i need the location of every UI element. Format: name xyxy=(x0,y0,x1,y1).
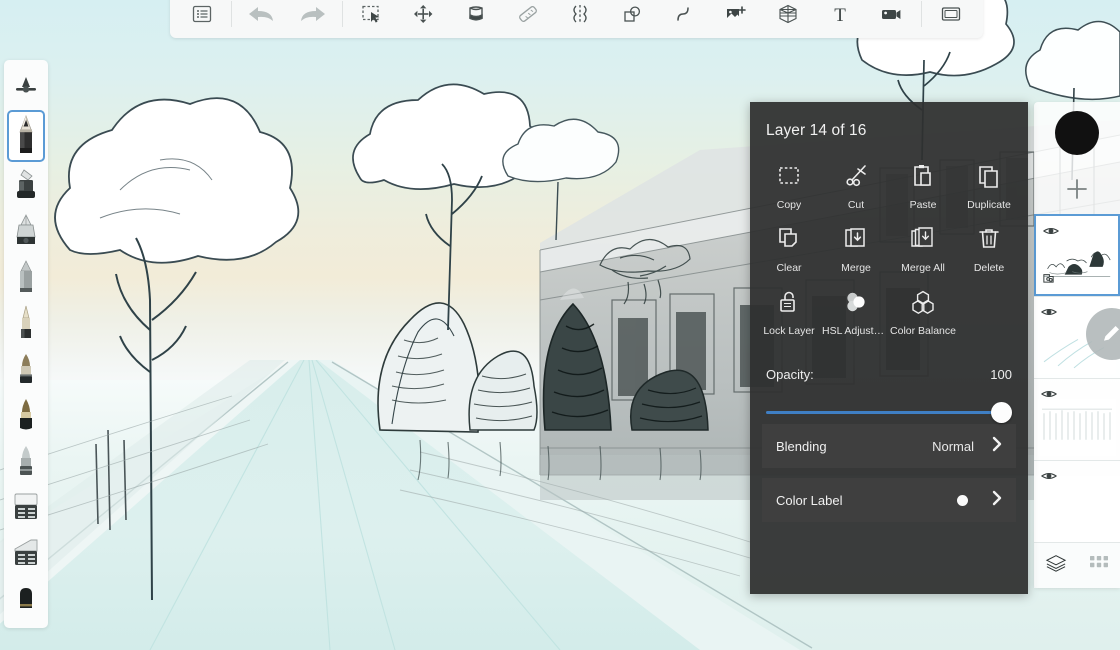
brush-rail xyxy=(4,60,48,628)
scissors-icon xyxy=(843,160,869,192)
layer-menu-title: Layer 14 of 16 xyxy=(766,122,867,139)
brush-ink-pen-icon[interactable] xyxy=(6,162,46,208)
trash-icon xyxy=(976,223,1002,255)
brush-flat-brush-icon[interactable] xyxy=(6,300,46,346)
fullscreen-icon[interactable] xyxy=(925,0,977,34)
app-root: T Layer 14 of 16 Copy Cut Paste Duplicat… xyxy=(0,0,1120,650)
blending-value: Normal xyxy=(932,438,974,454)
color-label-row[interactable]: Color Label xyxy=(762,478,1016,522)
svg-text:T: T xyxy=(834,5,846,25)
opacity-value: 100 xyxy=(990,367,1012,382)
brush-smudge-icon[interactable] xyxy=(6,576,46,622)
brush-chisel-marker-icon[interactable] xyxy=(6,254,46,300)
toolbar-divider-3 xyxy=(921,1,922,27)
color-balance-action[interactable]: Color Balance xyxy=(890,280,956,339)
paste-label: Paste xyxy=(909,199,937,211)
text-icon[interactable]: T xyxy=(814,0,866,34)
lock-layer-action[interactable]: Lock Layer xyxy=(756,280,822,339)
clear-label: Clear xyxy=(776,262,802,274)
chevron-right-icon xyxy=(990,434,1004,459)
active-color-swatch[interactable] xyxy=(1055,111,1099,155)
clipboard-icon xyxy=(910,160,936,192)
grid-view-icon[interactable] xyxy=(1088,553,1110,578)
hsl-adjustment-action[interactable]: HSL Adjustme... xyxy=(822,280,890,339)
opacity-slider[interactable] xyxy=(766,402,1012,424)
color-swatch-container xyxy=(1034,102,1120,164)
add-image-icon[interactable] xyxy=(710,0,762,34)
chevron-right-icon xyxy=(990,488,1004,513)
layer-thumb-image xyxy=(1038,399,1116,456)
clear-action[interactable]: Clear xyxy=(756,217,822,276)
layer-thumb-image xyxy=(1038,481,1116,538)
copy-icon xyxy=(776,160,802,192)
duplicate-label: Duplicate xyxy=(967,199,1011,211)
french-curve-icon[interactable] xyxy=(658,0,710,34)
color-balance-label: Color Balance xyxy=(890,325,956,337)
opacity-label: Opacity: xyxy=(766,367,814,382)
merge-action[interactable]: Merge xyxy=(822,217,890,276)
merge-all-action[interactable]: Merge All xyxy=(890,217,956,276)
clear-icon xyxy=(776,223,802,255)
toolbar-divider-1 xyxy=(231,1,232,27)
duplicate-icon xyxy=(976,160,1002,192)
color-label-swatch[interactable] xyxy=(957,494,968,506)
cut-label: Cut xyxy=(847,199,865,211)
blending-row[interactable]: Blending Normal xyxy=(762,424,1016,468)
brush-eraser-soft-icon[interactable] xyxy=(6,530,46,576)
copy-action[interactable]: Copy xyxy=(756,154,822,213)
top-toolbar: T xyxy=(170,0,983,38)
layer-thumbnail-1[interactable] xyxy=(1034,214,1120,296)
merge-label: Merge xyxy=(841,262,871,274)
ruler-icon[interactable] xyxy=(502,0,554,34)
layers-panel-footer xyxy=(1034,542,1120,588)
color-label-label: Color Label xyxy=(776,492,843,508)
brush-pencil-icon[interactable] xyxy=(7,110,45,162)
cut-action[interactable]: Cut xyxy=(822,154,890,213)
brush-marker-tip-icon[interactable] xyxy=(6,64,46,110)
unlock-padlock-icon xyxy=(776,286,802,318)
brush-fountain-pen-icon[interactable] xyxy=(6,208,46,254)
duplicate-action[interactable]: Duplicate xyxy=(956,154,1022,213)
layers-stack-icon[interactable] xyxy=(1044,553,1068,578)
brush-paint-brush-icon[interactable] xyxy=(6,392,46,438)
hsl-adjustment-label: HSL Adjustme... xyxy=(822,325,890,337)
undo-icon[interactable] xyxy=(235,0,287,34)
layer-action-grid: Copy Cut Paste Duplicate Clear Merge Mer… xyxy=(750,146,1028,345)
delete-action[interactable]: Delete xyxy=(956,217,1022,276)
add-layer-button[interactable] xyxy=(1034,164,1120,214)
brush-eraser-hard-icon[interactable] xyxy=(6,484,46,530)
select-icon[interactable] xyxy=(346,0,398,34)
layers-list-icon[interactable] xyxy=(176,0,228,34)
hsl-circles-icon xyxy=(843,286,869,318)
layer-thumbnail-4[interactable] xyxy=(1034,460,1120,542)
brush-soft-pastel-icon[interactable] xyxy=(6,346,46,392)
perspective-grid-icon[interactable] xyxy=(762,0,814,34)
transform-icon[interactable] xyxy=(398,0,450,34)
delete-label: Delete xyxy=(973,262,1005,274)
blending-label: Blending xyxy=(776,438,827,454)
shapes-icon[interactable] xyxy=(606,0,658,34)
brush-airbrush-icon[interactable] xyxy=(6,438,46,484)
copy-label: Copy xyxy=(776,199,802,211)
redo-icon[interactable] xyxy=(287,0,339,34)
layer-context-menu: Layer 14 of 16 Copy Cut Paste Duplicate … xyxy=(750,102,1028,594)
lock-layer-label: Lock Layer xyxy=(763,325,815,337)
merge-icon xyxy=(843,223,869,255)
merge-all-label: Merge All xyxy=(901,262,945,274)
toolbar-divider-2 xyxy=(342,1,343,27)
paste-action[interactable]: Paste xyxy=(890,154,956,213)
opacity-slider-track[interactable] xyxy=(766,411,1008,414)
layer-thumbnail-3[interactable] xyxy=(1034,378,1120,460)
action-grid-empty-cell xyxy=(956,280,1022,339)
fill-bucket-icon[interactable] xyxy=(450,0,502,34)
opacity-control: Opacity: 100 xyxy=(750,345,1028,424)
layer-clip-mask-icon[interactable] xyxy=(1042,270,1055,289)
color-balance-cube-icon xyxy=(910,286,936,318)
video-record-icon[interactable] xyxy=(866,0,918,34)
symmetry-icon[interactable] xyxy=(554,0,606,34)
merge-all-icon xyxy=(910,223,936,255)
opacity-slider-thumb[interactable] xyxy=(991,402,1012,423)
